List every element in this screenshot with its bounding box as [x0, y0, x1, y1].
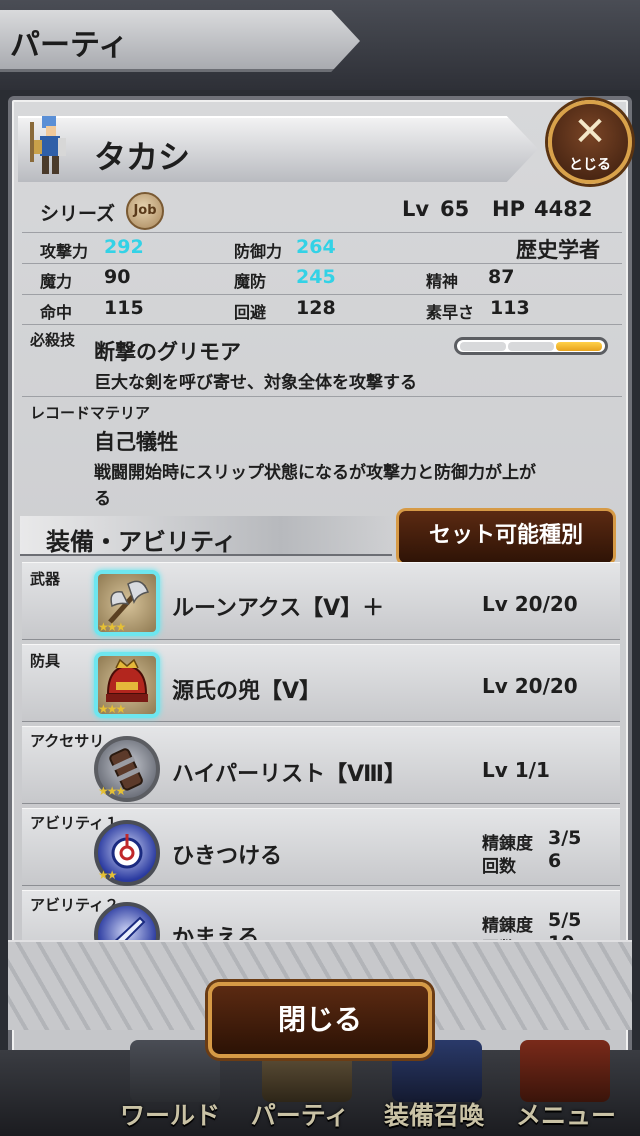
accessory-name: ハイパーリスト【Ⅷ】 — [172, 762, 406, 787]
menu-book-icon — [520, 1040, 610, 1102]
acc-value: 115 — [104, 297, 144, 319]
record-materia-description-2: る — [94, 489, 111, 509]
equipment-section-title: 装備・アビリティ — [46, 528, 237, 556]
slot-label-armor: 防具 — [30, 652, 61, 670]
def-value: 264 — [296, 236, 336, 258]
weapon-level: Lv 20/20 — [482, 592, 578, 616]
eva-label: 回避 — [234, 303, 267, 322]
record-materia-description-1: 戦闘開始時にスリップ状態になるが攻撃力と防御力が上が — [94, 463, 536, 483]
mag-value: 90 — [104, 266, 131, 288]
atk-value: 292 — [104, 236, 144, 258]
close-x-label: とじる — [569, 157, 611, 173]
divider — [22, 232, 622, 233]
nav-party[interactable]: パーティ — [230, 1096, 370, 1132]
top-header: パーティ — [0, 0, 640, 90]
accessory-level: Lv 1/1 — [482, 758, 550, 782]
record-materia-label: レコードマテリア — [30, 404, 151, 422]
ability-1-uses-value: 6 — [548, 850, 562, 872]
ability-2-refine-label: 精錬度 — [482, 916, 533, 936]
close-icon: ✕ — [573, 109, 607, 155]
soul-break-description: 巨大な剣を呼び寄せ、対象全体を攻撃する — [94, 373, 417, 393]
hp-value: 4482 — [534, 197, 593, 221]
ability-1-name: ひきつける — [172, 844, 283, 869]
divider — [22, 263, 622, 264]
acc-label: 命中 — [40, 303, 73, 322]
divider — [22, 324, 622, 325]
ability-2-refine-value: 5/5 — [548, 909, 582, 931]
slot-label-accessory: アクセサリ — [30, 732, 105, 750]
soul-break-label: 必殺技 — [30, 331, 76, 349]
series-job-icon: Job — [126, 192, 164, 230]
gauge-segment-filled — [556, 342, 602, 351]
nav-equipment-summon[interactable]: 装備召喚 — [364, 1096, 504, 1132]
character-sprite-icon — [30, 116, 66, 174]
slot-label-weapon: 武器 — [30, 570, 61, 588]
settable-types-button[interactable]: セット可能種別 — [396, 508, 616, 566]
ability-1-refine-value: 3/5 — [548, 827, 582, 849]
res-label: 魔防 — [234, 272, 267, 291]
rarity-stars: ★★★ — [98, 702, 126, 716]
def-label: 防御力 — [234, 242, 283, 261]
level-label: Lv — [402, 197, 430, 221]
soul-break-gauge — [454, 337, 608, 355]
series-label: シリーズ — [40, 203, 116, 225]
hp-label: HP — [492, 197, 525, 221]
character-name: タカシ — [94, 138, 191, 176]
divider — [22, 294, 622, 295]
rarity-stars: ★★ — [98, 868, 117, 882]
job-name: 歴史学者 — [516, 238, 600, 262]
atk-label: 攻撃力 — [40, 242, 89, 261]
page-title: パーティ — [10, 28, 129, 63]
close-x-button[interactable]: ✕ とじる — [548, 100, 632, 184]
armor-level: Lv 20/20 — [482, 674, 578, 698]
armor-name: 源氏の兜【V】 — [172, 679, 322, 704]
rarity-stars: ★★★ — [98, 784, 126, 798]
spd-label: 素早さ — [426, 303, 475, 322]
divider — [22, 396, 622, 397]
world-tower-icon — [130, 1040, 220, 1102]
mnd-label: 精神 — [426, 272, 459, 291]
rarity-stars: ★★★ — [98, 620, 126, 634]
level-value: 65 — [440, 197, 470, 221]
gauge-segment — [508, 342, 554, 351]
record-materia-name: 自己犠牲 — [94, 430, 178, 454]
eva-value: 128 — [296, 297, 336, 319]
soul-break-name: 断撃のグリモア — [94, 340, 241, 364]
mag-label: 魔力 — [40, 272, 73, 291]
nav-world[interactable]: ワールド — [100, 1096, 240, 1132]
res-value: 245 — [296, 266, 336, 288]
mnd-value: 87 — [488, 266, 515, 288]
nav-menu[interactable]: メニュー — [496, 1096, 636, 1132]
ability-1-refine-label: 精錬度 — [482, 834, 533, 854]
ability-1-uses-label: 回数 — [482, 857, 516, 877]
spd-value: 113 — [490, 297, 530, 319]
gauge-segment — [460, 342, 506, 351]
close-button[interactable]: 閉じる — [208, 982, 432, 1058]
weapon-name: ルーンアクス【V】＋ — [172, 596, 385, 621]
